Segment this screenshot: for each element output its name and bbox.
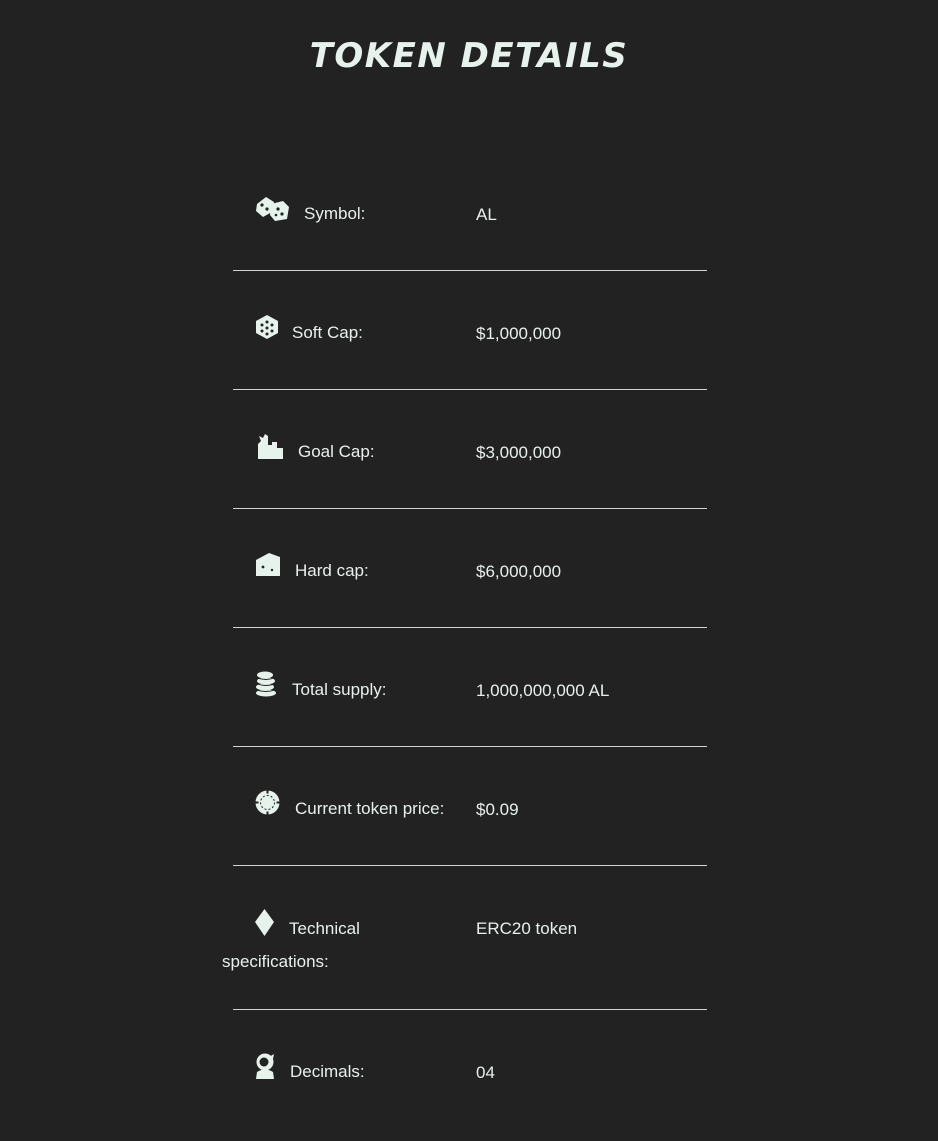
- divider: [233, 627, 707, 628]
- cheese-icon: [255, 552, 281, 577]
- technical-specifications-value: ERC20 token: [476, 919, 578, 938]
- current-token-price-value: $0.09: [476, 800, 519, 819]
- cube-icon: [255, 314, 279, 340]
- goal-cap-value: $3,000,000: [476, 443, 562, 462]
- total-supply-label: Total supply:: [292, 680, 387, 699]
- soft-cap-label: Soft Cap:: [292, 323, 363, 342]
- technical-specifications-label-line2: specifications:: [222, 952, 329, 971]
- soft-cap-value: $1,000,000: [476, 324, 562, 343]
- castle-icon: [255, 432, 285, 460]
- coin-stack-icon: [255, 671, 277, 697]
- diamond-icon: [255, 909, 274, 937]
- divider: [233, 508, 707, 509]
- symbol-label: Symbol:: [304, 204, 366, 223]
- divider: [233, 865, 707, 866]
- divider: [233, 389, 707, 390]
- decimals-label: Decimals:: [290, 1062, 365, 1081]
- astronaut-icon: [255, 1053, 275, 1079]
- hard-cap-value: $6,000,000: [476, 562, 562, 581]
- divider: [233, 746, 707, 747]
- current-token-price-label: Current token price:: [295, 799, 445, 818]
- poker-chip-icon: [255, 790, 280, 815]
- decimals-value: 04: [476, 1063, 495, 1082]
- token-details-list: Symbol: AL Soft Cap: $1,000,000 Goal Cap…: [0, 0, 938, 1141]
- total-supply-value: 1,000,000,000 AL: [476, 681, 610, 700]
- divider: [233, 270, 707, 271]
- dice-icon: [255, 195, 289, 221]
- hard-cap-label: Hard cap:: [295, 561, 369, 580]
- technical-specifications-label-line1: Technical: [289, 919, 360, 938]
- divider: [233, 1009, 707, 1010]
- symbol-value: AL: [476, 205, 497, 224]
- goal-cap-label: Goal Cap:: [298, 442, 375, 461]
